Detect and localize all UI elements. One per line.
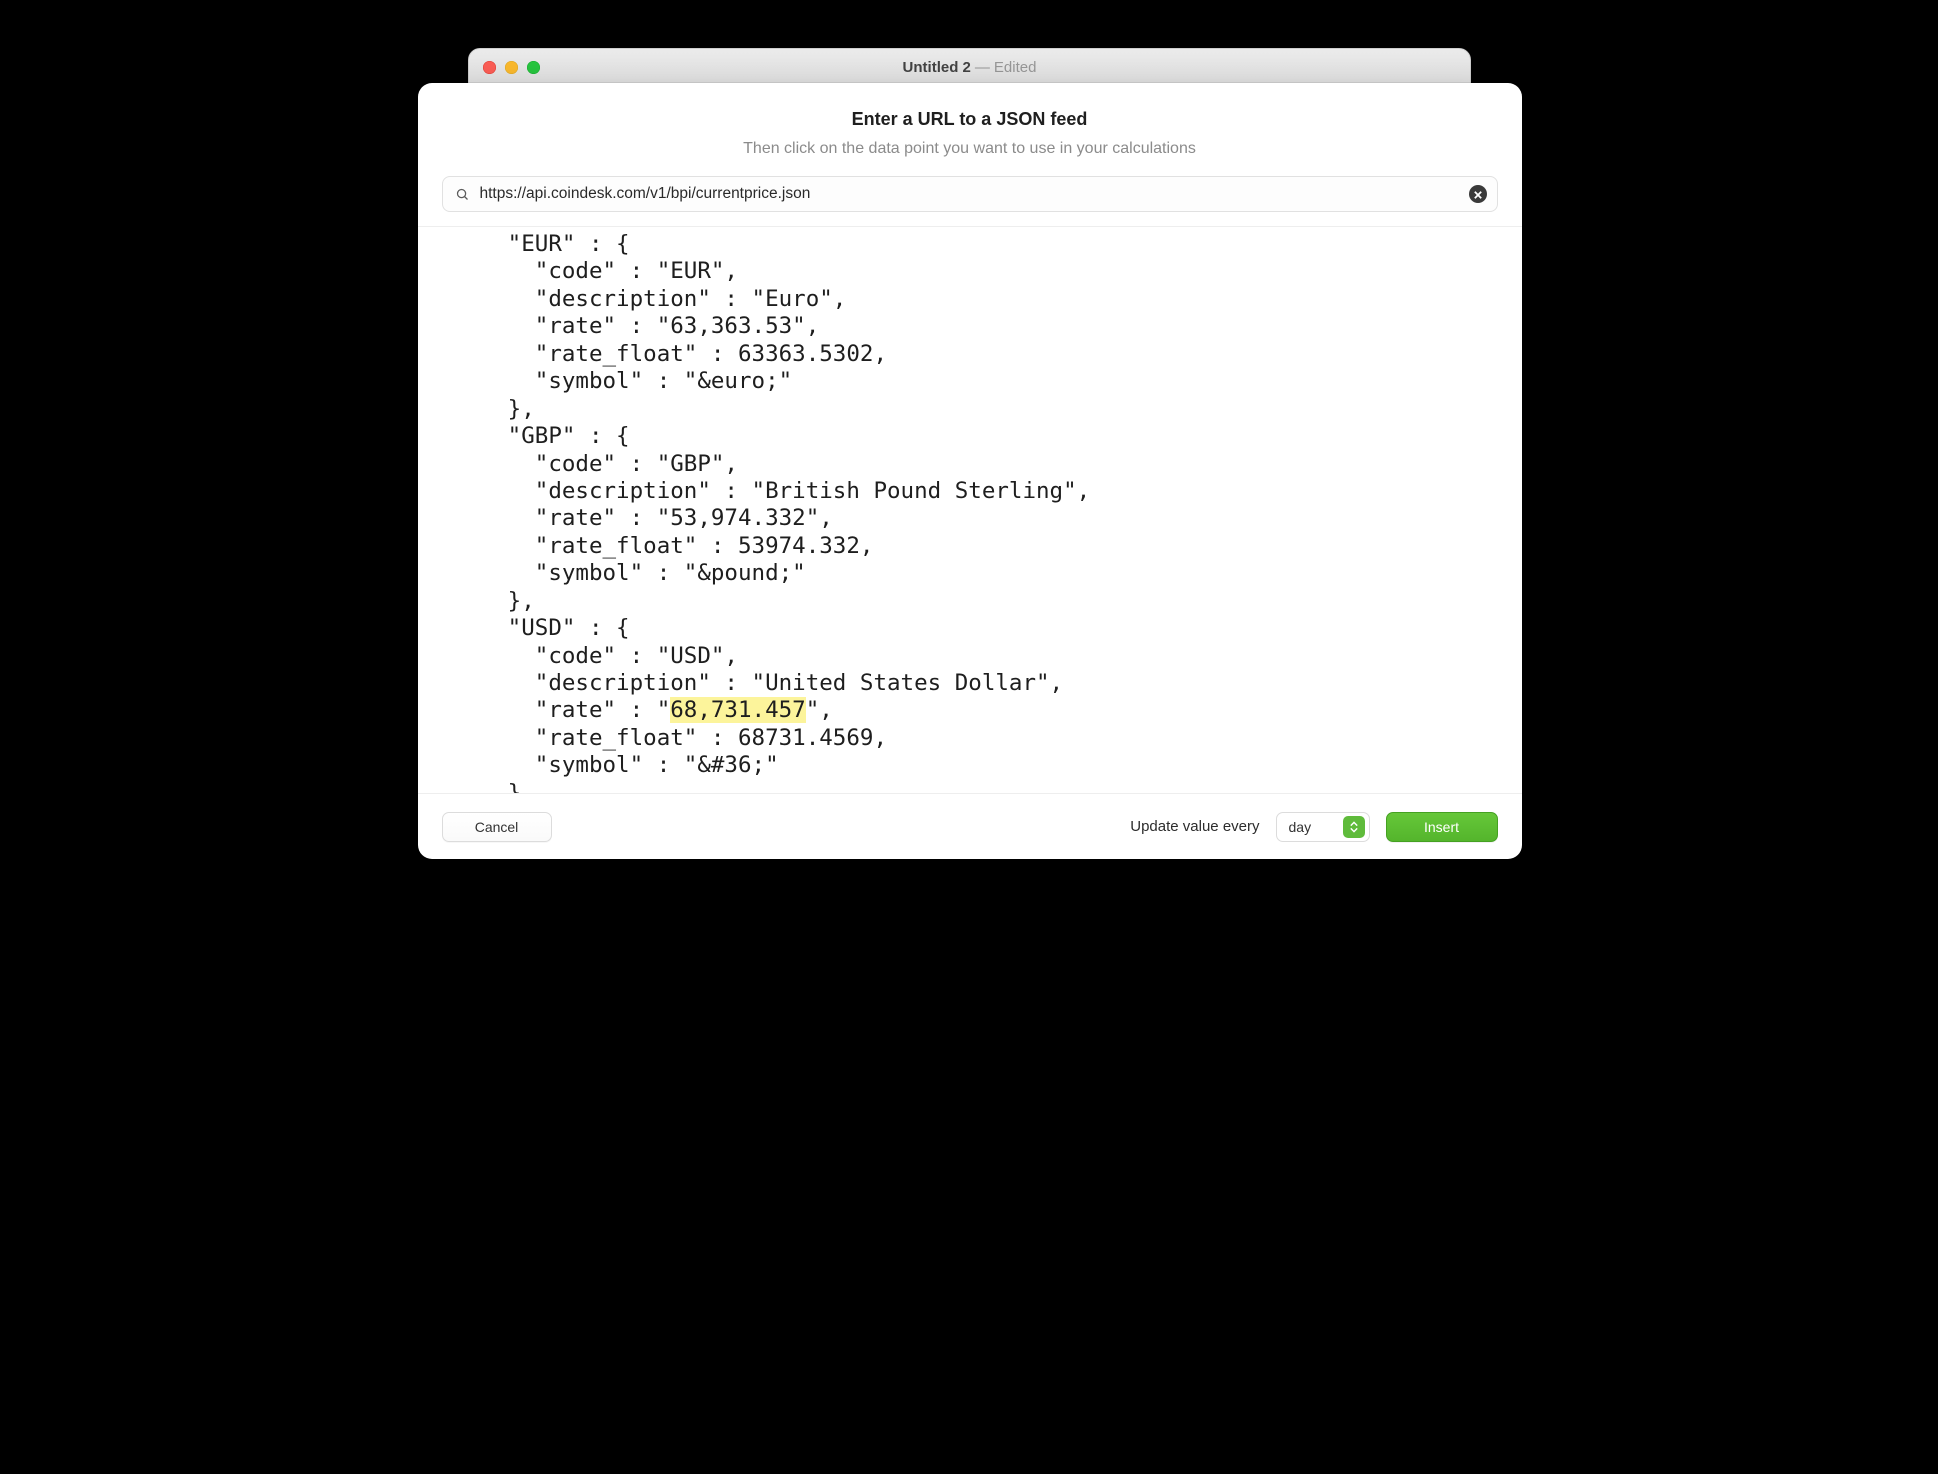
sheet-footer: Cancel Update value every day Insert <box>418 793 1522 859</box>
cancel-button[interactable]: Cancel <box>442 812 552 842</box>
json-value[interactable]: United States Dollar <box>765 670 1036 696</box>
json-value[interactable]: 63,363.53 <box>670 313 792 339</box>
update-interval-label: Update value every <box>1130 818 1259 835</box>
json-value[interactable]: 68731.4569 <box>738 725 873 751</box>
close-window-button[interactable] <box>483 61 496 74</box>
document-window-titlebar: Untitled 2—Edited <box>468 48 1471 86</box>
minimize-window-button[interactable] <box>505 61 518 74</box>
json-preview[interactable]: "EUR" : { "code" : "EUR", "description" … <box>418 227 1522 793</box>
json-key[interactable]: rate_float <box>548 533 683 559</box>
chevron-up-down-icon <box>1343 816 1365 838</box>
json-key[interactable]: GBP <box>521 423 562 449</box>
json-key[interactable]: code <box>548 643 602 669</box>
json-value[interactable]: &#36; <box>697 752 765 778</box>
json-value[interactable]: 63363.5302 <box>738 341 873 367</box>
sheet-subtitle: Then click on the data point you want to… <box>418 140 1522 158</box>
document-name: Untitled 2 <box>903 59 971 76</box>
json-value[interactable]: British Pound Sterling <box>765 478 1063 504</box>
window-title: Untitled 2—Edited <box>540 59 1400 76</box>
json-key[interactable]: symbol <box>548 368 629 394</box>
url-input[interactable] <box>480 185 1459 203</box>
json-key[interactable]: rate_float <box>548 341 683 367</box>
json-value-selected[interactable]: 68,731.457 <box>670 697 805 723</box>
json-value[interactable]: EUR <box>670 258 711 284</box>
json-value[interactable]: &pound; <box>697 560 792 586</box>
clear-url-button[interactable] <box>1469 185 1487 203</box>
json-key[interactable]: description <box>548 670 697 696</box>
url-field-container <box>442 176 1498 212</box>
json-value[interactable]: USD <box>670 643 711 669</box>
edited-indicator: Edited <box>994 59 1037 76</box>
json-key[interactable]: rate <box>548 505 602 531</box>
update-interval-select[interactable]: day <box>1276 812 1370 842</box>
json-key[interactable]: rate <box>548 697 602 723</box>
json-value[interactable]: Euro <box>765 286 819 312</box>
json-value[interactable]: 53974.332 <box>738 533 860 559</box>
json-key[interactable]: USD <box>521 615 562 641</box>
json-key[interactable]: symbol <box>548 560 629 586</box>
json-key[interactable]: symbol <box>548 752 629 778</box>
json-value[interactable]: &euro; <box>697 368 778 394</box>
search-icon <box>455 187 470 202</box>
json-key[interactable]: description <box>548 478 697 504</box>
json-value[interactable]: GBP <box>670 451 711 477</box>
sheet-title: Enter a URL to a JSON feed <box>418 109 1522 130</box>
window-controls <box>469 61 540 74</box>
close-icon <box>1474 187 1482 202</box>
json-feed-sheet: Enter a URL to a JSON feed Then click on… <box>418 83 1522 859</box>
json-key[interactable]: code <box>548 258 602 284</box>
json-key[interactable]: rate <box>548 313 602 339</box>
json-value[interactable]: 53,974.332 <box>670 505 805 531</box>
json-key[interactable]: rate_float <box>548 725 683 751</box>
zoom-window-button[interactable] <box>527 61 540 74</box>
update-interval-value: day <box>1289 819 1312 835</box>
json-key[interactable]: code <box>548 451 602 477</box>
json-key[interactable]: description <box>548 286 697 312</box>
json-key[interactable]: EUR <box>521 231 562 257</box>
insert-button[interactable]: Insert <box>1386 812 1498 842</box>
